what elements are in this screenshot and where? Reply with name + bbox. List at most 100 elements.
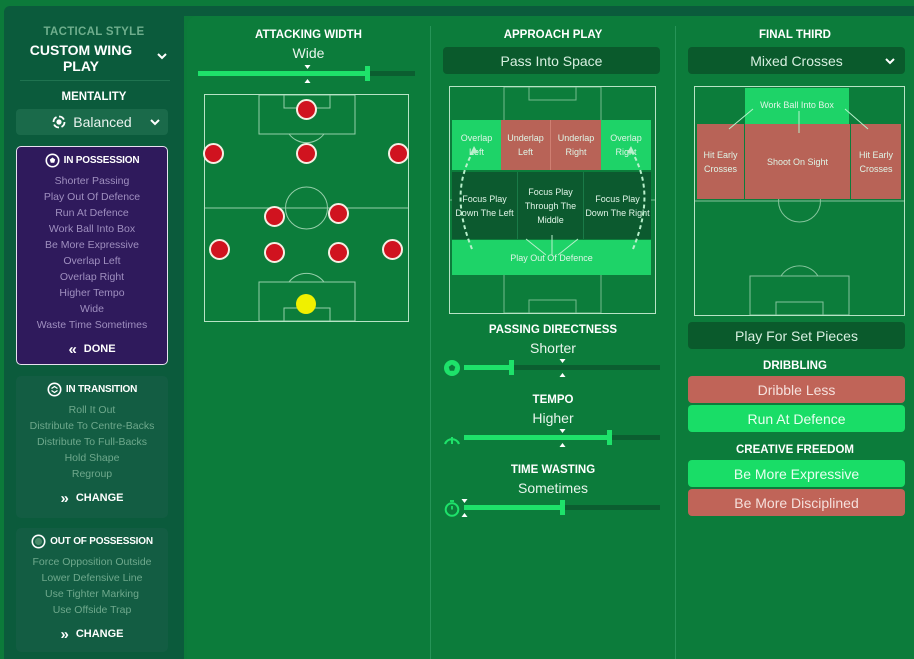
double-chevron-left-icon: « xyxy=(68,340,77,358)
out-of-possession-card[interactable]: OUT OF POSSESSION Force Opposition Outsi… xyxy=(16,528,168,652)
done-button[interactable]: « DONE xyxy=(17,340,167,358)
approach-play-select[interactable]: Pass Into Space xyxy=(443,47,660,74)
sidebar: TACTICAL STYLE CUSTOM WING PLAY MENTALIT… xyxy=(4,6,184,659)
ball-icon xyxy=(444,360,460,376)
out-of-possession-title: OUT OF POSSESSION xyxy=(50,535,153,547)
panel-edge xyxy=(184,6,914,16)
zone-overlap-right[interactable]: Overlap Right xyxy=(601,120,651,170)
passing-directness-title: PASSING DIRECTNESS xyxy=(488,324,618,336)
player-marker[interactable] xyxy=(296,143,317,164)
dribbling-title: DRIBBLING xyxy=(763,360,827,372)
creative-freedom-title: CREATIVE FREEDOM xyxy=(736,444,854,456)
tempo-slider[interactable] xyxy=(464,429,660,447)
time-wasting-slider[interactable] xyxy=(461,499,660,517)
attacking-width-slider[interactable] xyxy=(198,65,415,83)
balance-icon xyxy=(52,115,66,129)
be-more-disciplined-button[interactable]: Be More Disciplined xyxy=(688,489,905,516)
slider-handle[interactable] xyxy=(607,430,612,445)
tactical-style-name[interactable]: CUSTOM WING PLAY xyxy=(16,42,146,74)
time-wasting-value: Sometimes xyxy=(517,480,589,496)
passing-directness-value: Shorter xyxy=(530,340,576,356)
in-transition-card[interactable]: IN TRANSITION Roll It Out Distribute To … xyxy=(16,376,168,518)
mentality-label: MENTALITY xyxy=(61,91,127,103)
formation-pitch xyxy=(203,94,409,322)
zone-underlap-left[interactable]: Underlap Left xyxy=(501,120,551,170)
out-of-possession-header: OUT OF POSSESSION xyxy=(16,528,168,554)
dribble-less-button[interactable]: Dribble Less xyxy=(688,376,905,403)
slider-handle[interactable] xyxy=(560,500,565,515)
chevron-down-icon[interactable] xyxy=(156,50,168,62)
passing-directness-slider[interactable] xyxy=(464,359,660,377)
instruction-item: Run At Defence xyxy=(55,207,129,219)
instruction-item: Hold Shape xyxy=(64,452,120,464)
approach-play-pitch: Overlap Left Underlap Left Underlap Righ… xyxy=(449,86,656,314)
instruction-item: Distribute To Full-Backs xyxy=(36,436,148,448)
player-marker[interactable] xyxy=(209,239,230,260)
goalkeeper-marker[interactable] xyxy=(296,294,316,314)
tactical-style-label: TACTICAL STYLE xyxy=(43,26,145,38)
ball-icon xyxy=(45,153,60,167)
instruction-item: Wide xyxy=(80,303,104,315)
play-for-set-pieces-button[interactable]: Play For Set Pieces xyxy=(688,322,905,349)
zone-play-out-of-defence[interactable]: Play Out Of Defence xyxy=(452,240,651,275)
instruction-item: Distribute To Centre-Backs xyxy=(29,420,155,432)
player-marker[interactable] xyxy=(388,143,409,164)
be-more-expressive-button[interactable]: Be More Expressive xyxy=(688,460,905,487)
approach-play-value: Pass Into Space xyxy=(500,52,603,69)
double-chevron-right-icon: » xyxy=(60,489,69,507)
zone-hit-early-crosses-left[interactable]: Hit Early Crosses xyxy=(697,124,744,199)
instruction-item: Lower Defensive Line xyxy=(41,572,143,584)
in-possession-header: IN POSSESSION xyxy=(17,147,167,173)
zone-focus-left[interactable]: Focus Play Down The Left xyxy=(452,172,518,239)
instruction-item: Overlap Right xyxy=(59,271,125,283)
shield-ball-icon xyxy=(31,534,46,548)
final-third-title: FINAL THIRD xyxy=(759,29,831,41)
final-third-column: FINAL THIRD Mixed Crosses Work Ball Into… xyxy=(676,16,914,659)
instruction-item: Be More Expressive xyxy=(45,239,139,251)
zone-focus-middle[interactable]: Focus Play Through The Middle xyxy=(518,172,584,239)
instruction-item: Use Tighter Marking xyxy=(45,588,139,600)
zone-work-ball-into-box[interactable]: Work Ball Into Box xyxy=(745,88,849,124)
zone-hit-early-crosses-right[interactable]: Hit Early Crosses xyxy=(851,124,901,199)
player-marker[interactable] xyxy=(382,239,403,260)
change-oop-button[interactable]: » CHANGE xyxy=(16,625,168,643)
instruction-item: Waste Time Sometimes xyxy=(36,319,148,331)
slider-handle[interactable] xyxy=(509,360,514,375)
zone-focus-right[interactable]: Focus Play Down The Right xyxy=(584,172,651,239)
in-possession-card[interactable]: IN POSSESSION Shorter Passing Play Out O… xyxy=(16,146,168,365)
approach-play-title: APPROACH PLAY xyxy=(503,29,603,41)
slider-fill xyxy=(464,435,609,440)
approach-play-column: APPROACH PLAY Pass Into Space Overlap Le… xyxy=(431,16,675,659)
default-marker-icon xyxy=(559,429,566,447)
player-marker[interactable] xyxy=(264,242,285,263)
attacking-width-column: ATTACKING WIDTH Wide xyxy=(187,16,430,659)
stopwatch-icon xyxy=(444,500,460,517)
final-third-value: Mixed Crosses xyxy=(750,52,843,69)
player-marker[interactable] xyxy=(264,206,285,227)
instruction-item: Play Out Of Defence xyxy=(43,191,141,203)
instruction-item: Regroup xyxy=(71,468,113,480)
player-marker[interactable] xyxy=(328,242,349,263)
default-marker-icon xyxy=(559,359,566,377)
instruction-item: Force Opposition Outside xyxy=(32,556,152,568)
done-label: DONE xyxy=(83,343,116,355)
run-at-defence-button[interactable]: Run At Defence xyxy=(688,405,905,432)
zone-overlap-left[interactable]: Overlap Left xyxy=(452,120,501,170)
tempo-title: TEMPO xyxy=(532,394,574,406)
instruction-item: Overlap Left xyxy=(63,255,121,267)
change-transition-button[interactable]: » CHANGE xyxy=(16,489,168,507)
player-marker[interactable] xyxy=(328,203,349,224)
final-third-select[interactable]: Mixed Crosses xyxy=(688,47,905,74)
chevron-down-icon xyxy=(885,58,895,65)
in-transition-title: IN TRANSITION xyxy=(65,383,138,395)
player-marker[interactable] xyxy=(203,143,224,164)
player-marker[interactable] xyxy=(296,99,317,120)
default-marker-icon xyxy=(304,65,311,83)
mentality-select[interactable]: Balanced xyxy=(16,109,168,135)
double-chevron-right-icon: » xyxy=(60,625,69,643)
zone-shoot-on-sight[interactable]: Shoot On Sight xyxy=(745,124,850,199)
slider-fill xyxy=(198,71,367,76)
zone-underlap-right[interactable]: Underlap Right xyxy=(551,120,601,170)
time-wasting-title: TIME WASTING xyxy=(510,464,596,476)
slider-handle[interactable] xyxy=(365,66,370,81)
